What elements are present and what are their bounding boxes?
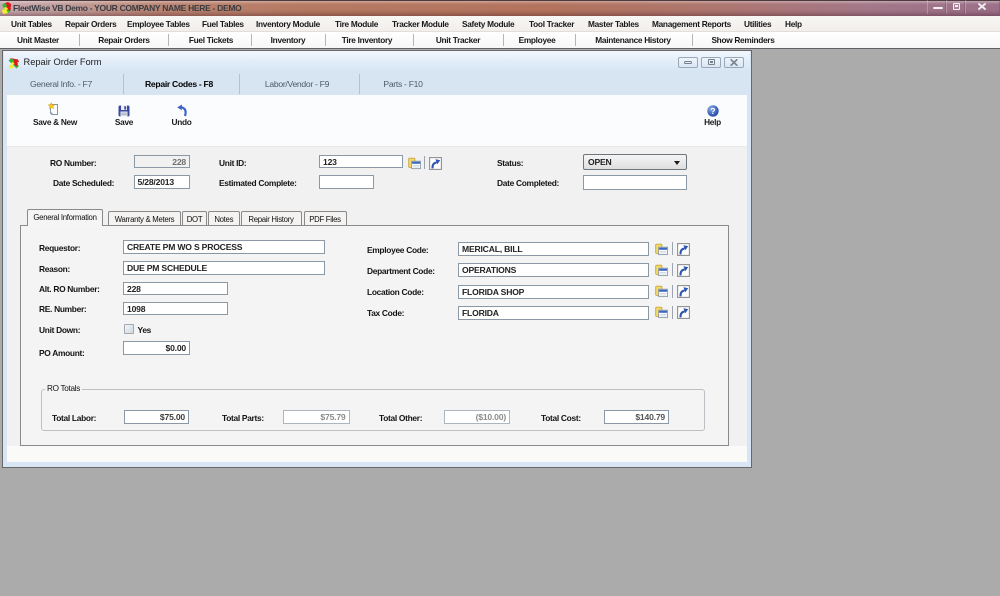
svg-text:?: ? [710,106,715,116]
